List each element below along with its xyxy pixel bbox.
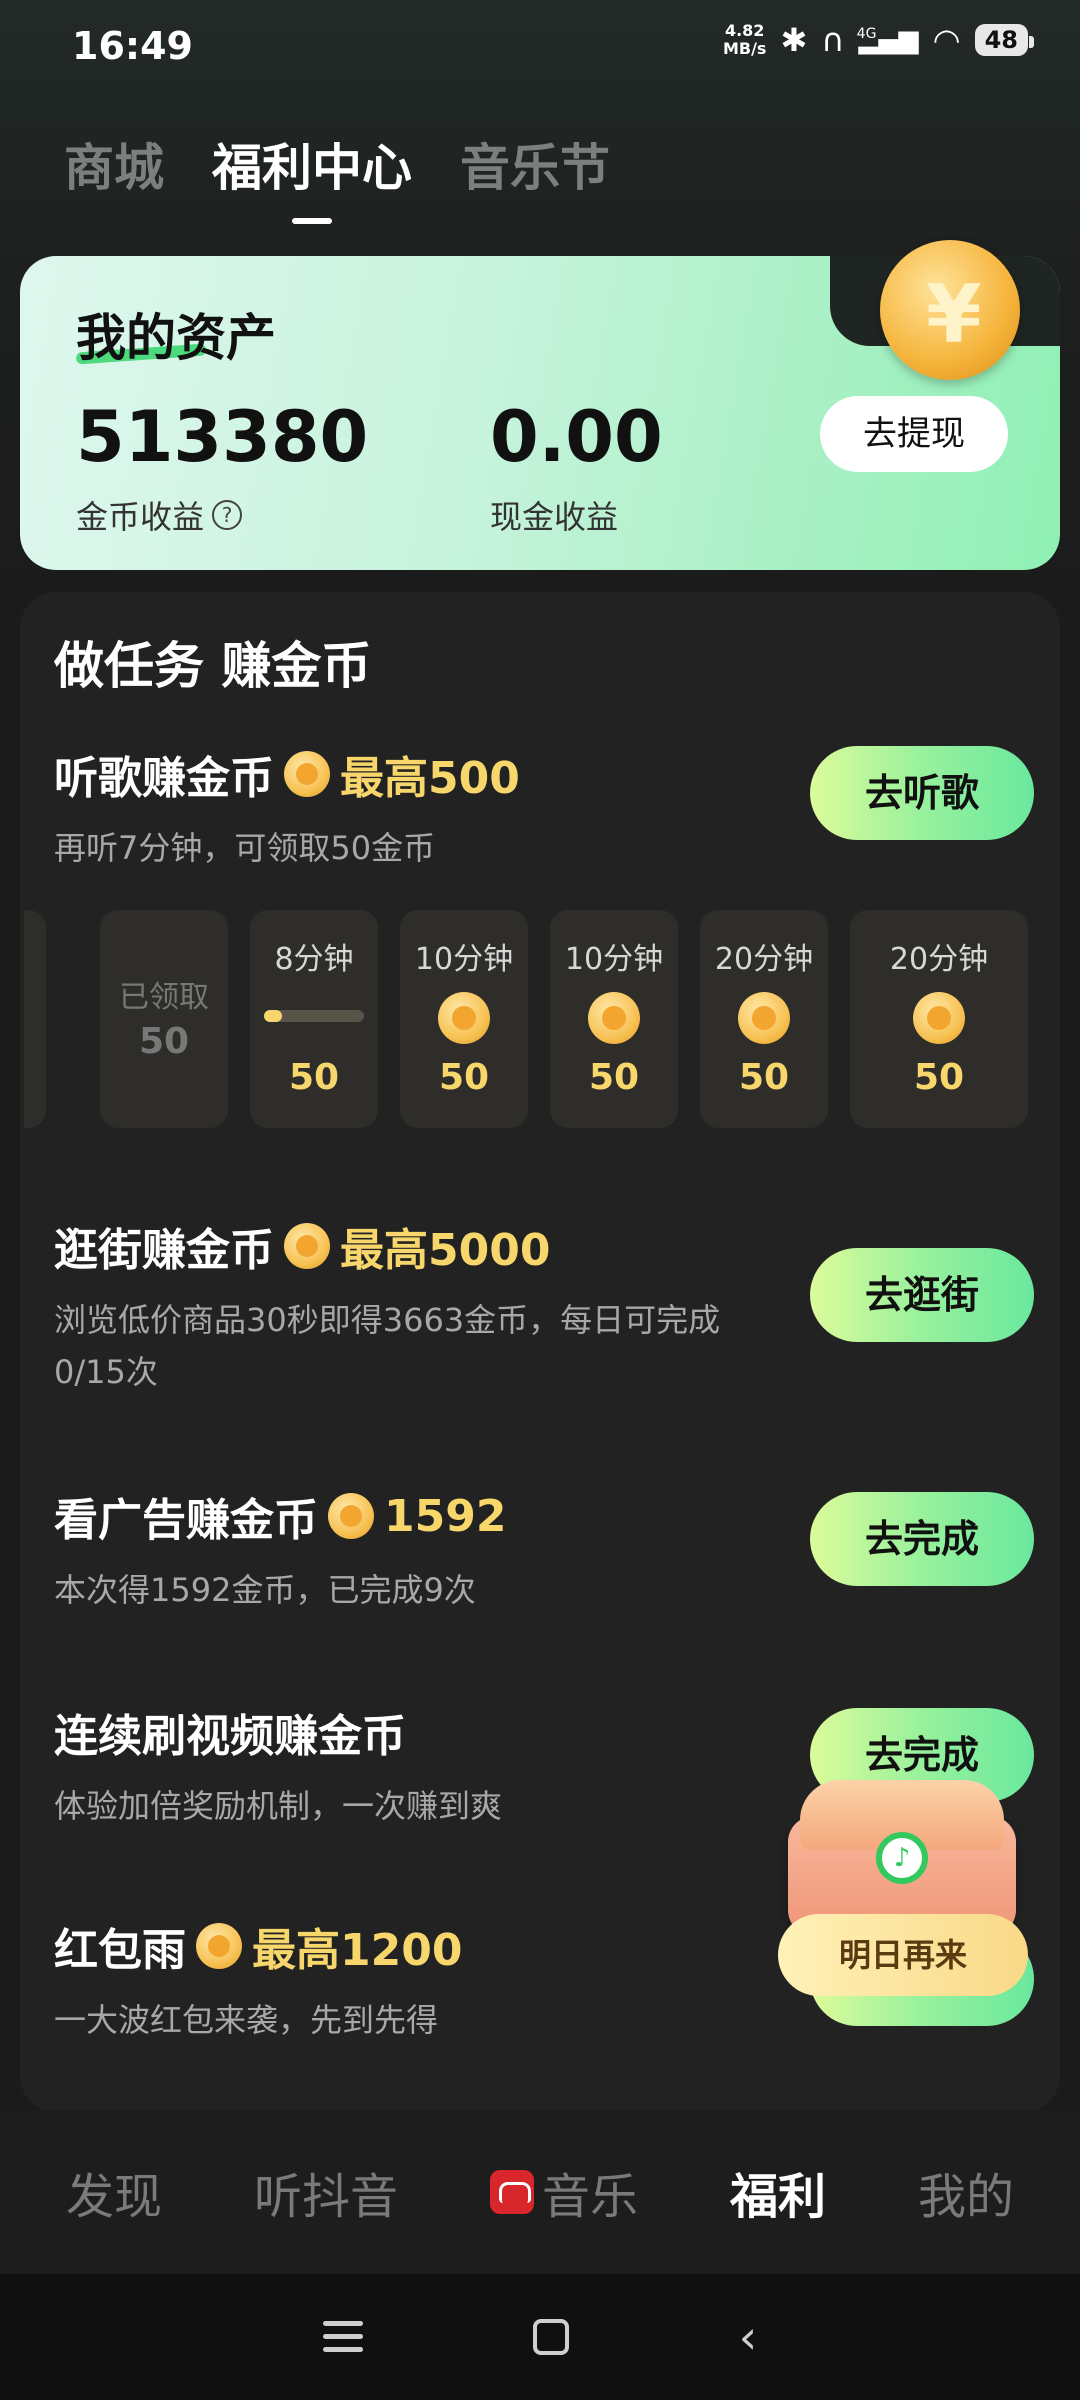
cellular-signal-icon: 4G ▂▄▆ (857, 22, 919, 58)
complete-ads-button[interactable]: 去完成 (810, 1492, 1034, 1586)
network-speed-value: 4.82 (724, 21, 765, 40)
task-shopping: 逛街赚金币 最高5000 浏览低价商品30秒即得3663金币，每日可完成0/15… (54, 1214, 1034, 1398)
cash-balance-label: 现金收益 (490, 498, 619, 536)
battery-icon: 48 (974, 24, 1035, 56)
slot-time-label: 20分钟 (714, 942, 814, 977)
home-icon[interactable] (532, 2319, 569, 2355)
nav-welfare[interactable]: 福利 (730, 2157, 826, 2227)
coin-balance-label: 金币收益 ? (76, 492, 243, 538)
earbuds-icon: ∩ (821, 21, 845, 59)
coin-icon (196, 1923, 242, 1969)
help-icon[interactable]: ? (212, 500, 243, 530)
task-listen: 听歌赚金币 最高500 再听7分钟，可领取50金币 去听歌 (54, 742, 1034, 874)
slot-reward-value: 50 (438, 1057, 490, 1098)
status-icons: 4.82 MB/s ✱ ∩ 4G ▂▄▆ ◠ 48 (723, 21, 1035, 59)
music-note-icon: ♪ (876, 1832, 928, 1884)
active-tab-indicator (292, 218, 332, 224)
slot-time-label: 10分钟 (564, 942, 664, 977)
task-title-text: 听歌赚金币 (54, 753, 274, 804)
welfare-page: 16:49 4.82 MB/s ✱ ∩ 4G ▂▄▆ ◠ 48 商城 福利中心 音… (0, 0, 1080, 2400)
slot-progress-bar (264, 1010, 364, 1022)
task-description: 体验加倍奖励机制，一次赚到爽 (54, 1787, 503, 1825)
task-description: 一大波红包来袭，先到先得 (54, 2001, 439, 2039)
nav-music-label: 音乐 (541, 2169, 638, 2225)
task-description: 浏览低价商品30秒即得3663金币，每日可完成0/15次 (54, 1301, 721, 1391)
slot-20min-b: 20分钟 50 (850, 910, 1028, 1128)
back-icon[interactable]: ‹ (739, 2310, 757, 2364)
task-reward: 最高5000 (340, 1225, 551, 1276)
withdraw-button[interactable]: 去提现 (820, 396, 1008, 472)
task-description: 再听7分钟，可领取50金币 (54, 829, 436, 867)
task-title-text: 红包雨 (54, 1925, 186, 1976)
nav-music[interactable]: 音乐 (489, 2157, 638, 2227)
tab-music-festival[interactable]: 音乐节 (460, 128, 610, 200)
music-app-icon (489, 2170, 534, 2214)
coin-balance: 513380 (76, 396, 369, 478)
slot-progress-fill (264, 1010, 282, 1022)
tab-welfare-center[interactable]: 福利中心 (212, 128, 412, 224)
come-back-tomorrow-button[interactable]: 明日再来 (778, 1914, 1028, 1996)
slot-10min-b: 10分钟 50 (550, 910, 678, 1128)
slot-time-label: 20分钟 (889, 942, 989, 977)
tasks-title: 做任务 赚金币 (54, 637, 372, 695)
bluetooth-icon: ✱ (780, 21, 808, 59)
gold-coin-decoration (880, 240, 1020, 380)
slot-time-label: 8分钟 (274, 942, 354, 977)
nav-listen-douyin[interactable]: 听抖音 (254, 2157, 398, 2227)
cash-balance: 0.00 (490, 396, 663, 478)
top-tabs: 商城 福利中心 音乐节 (64, 128, 610, 224)
task-reward: 最高1200 (252, 1925, 463, 1976)
coin-icon (738, 992, 790, 1044)
slot-reward-value: 50 (588, 1057, 640, 1098)
slot-8min: 8分钟 50 (250, 910, 378, 1128)
slot-reward-value: 50 (738, 1057, 790, 1098)
network-speed-unit: MB/s (722, 39, 767, 58)
nav-discover[interactable]: 发现 (66, 2157, 162, 2227)
wifi-icon: ◠ (932, 21, 961, 59)
go-listen-button[interactable]: 去听歌 (810, 746, 1034, 840)
coin-icon (588, 992, 640, 1044)
coin-icon (438, 992, 490, 1044)
coin-icon (328, 1493, 374, 1539)
task-description: 本次得1592金币，已完成9次 (54, 1571, 476, 1609)
network-speed: 4.82 MB/s (723, 22, 766, 58)
task-reward: 最高500 (340, 753, 520, 804)
slot-partial (24, 910, 46, 1128)
task-watch-ads: 看广告赚金币 1592 本次得1592金币，已完成9次 去完成 (54, 1484, 1034, 1616)
slot-claimed-value: 50 (138, 1021, 190, 1062)
slot-20min-a: 20分钟 50 (700, 910, 828, 1128)
slot-claimed: 已领取 50 (100, 910, 228, 1128)
slot-reward-value: 50 (913, 1057, 965, 1098)
signal-label: 4G (856, 26, 877, 42)
tab-welfare-center-label: 福利中心 (212, 139, 412, 197)
go-shopping-button[interactable]: 去逛街 (810, 1248, 1034, 1342)
task-title-text: 看广告赚金币 (54, 1495, 318, 1546)
nav-me[interactable]: 我的 (918, 2157, 1014, 2227)
coin-balance-label-text: 金币收益 (76, 498, 205, 536)
slot-reward-value: 50 (288, 1057, 340, 1098)
slot-time-label: 10分钟 (414, 942, 514, 977)
assets-title: 我的资产 (76, 309, 276, 367)
system-nav-bar: ‹ (0, 2274, 1080, 2400)
status-time: 16:49 (72, 24, 193, 68)
status-bar: 16:49 4.82 MB/s ✱ ∩ 4G ▂▄▆ ◠ 48 (0, 0, 1080, 90)
slot-claimed-label: 已领取 (119, 980, 209, 1015)
listen-time-slots[interactable]: 已领取 50 8分钟 50 10分钟 50 10分钟 50 20分钟 50 20… (24, 910, 1044, 1128)
coin-stack-icon (913, 992, 965, 1044)
coin-icon (284, 1223, 330, 1269)
menu-icon[interactable] (322, 2321, 363, 2353)
tab-mall[interactable]: 商城 (64, 128, 164, 200)
bottom-nav: 发现 听抖音 音乐 福利 我的 (0, 2110, 1080, 2274)
task-title-text: 连续刷视频赚金币 (54, 1711, 406, 1762)
task-title-text: 逛街赚金币 (54, 1225, 274, 1276)
coin-icon (284, 751, 330, 797)
slot-10min-a: 10分钟 50 (400, 910, 528, 1128)
task-reward: 1592 (384, 1490, 507, 1542)
